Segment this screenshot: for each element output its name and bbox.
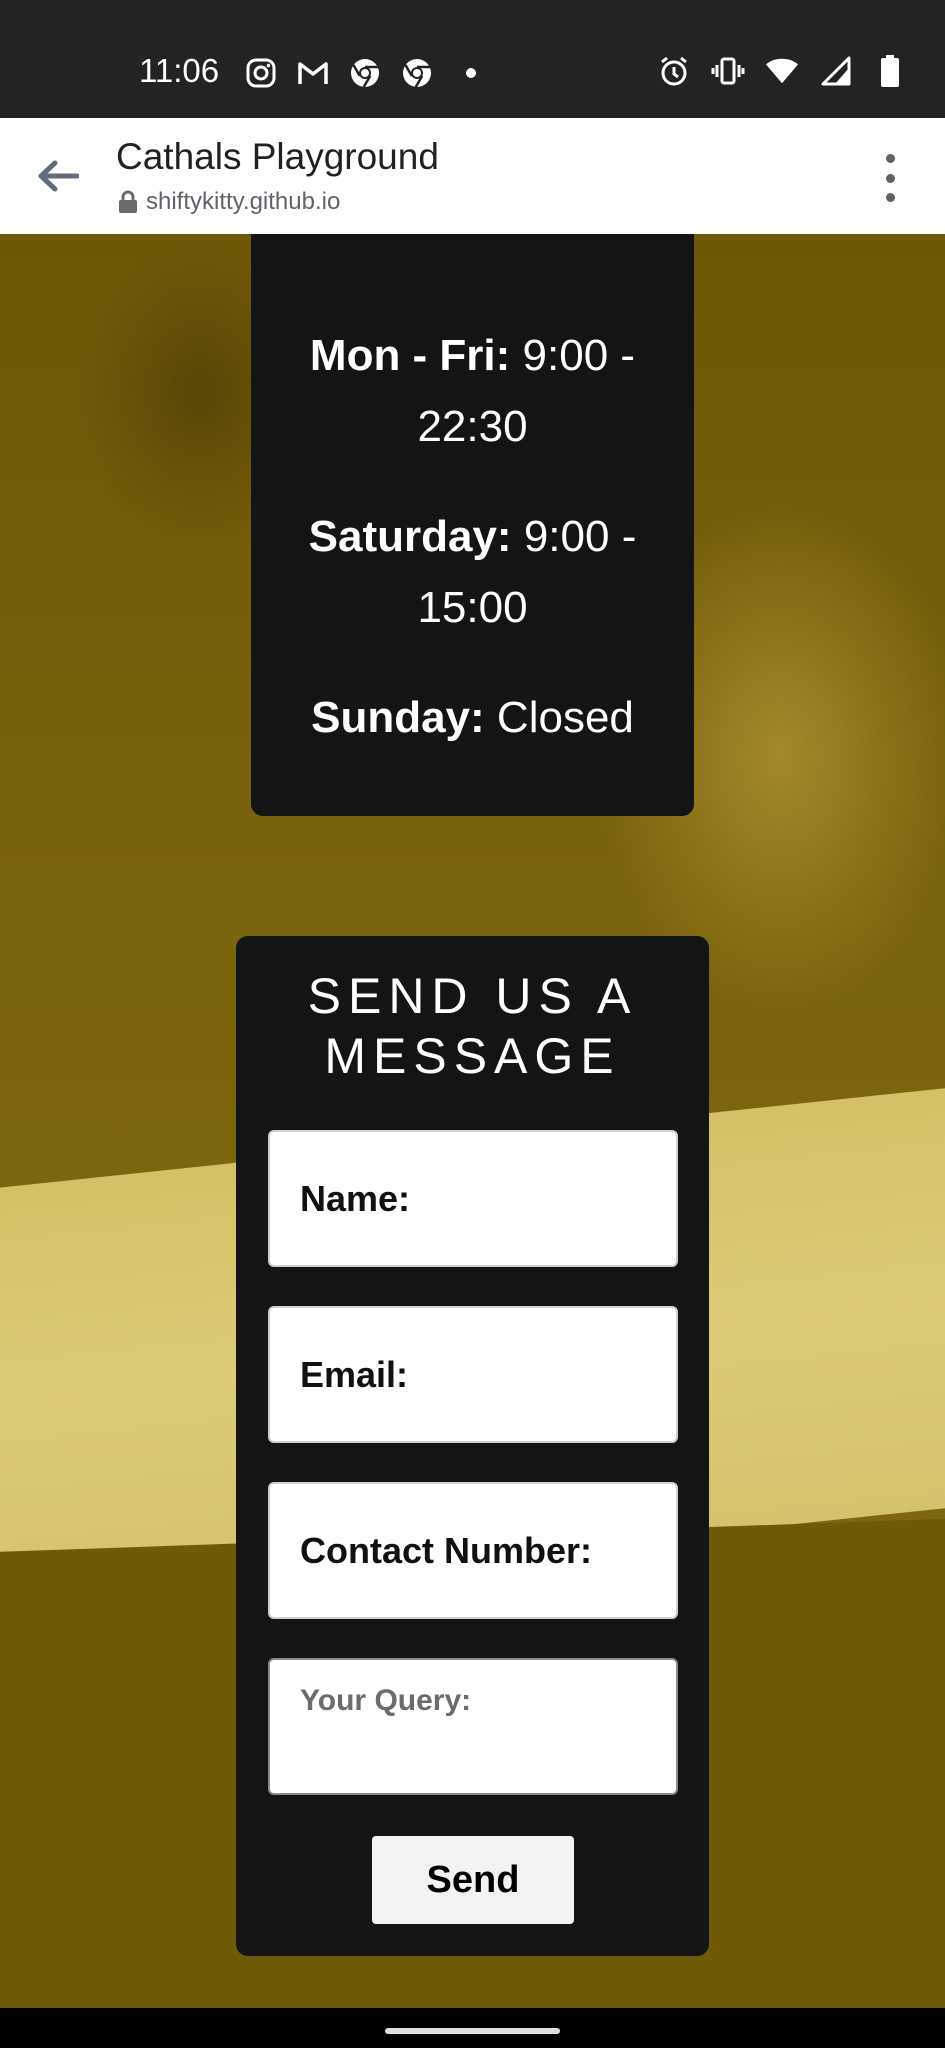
name-field[interactable]: Name: (268, 1130, 678, 1267)
form-title: SEND US A MESSAGE (236, 966, 709, 1086)
arrow-left-icon (38, 160, 79, 192)
email-field[interactable]: Email: (268, 1306, 678, 1443)
query-textarea[interactable]: Your Query: (268, 1658, 678, 1795)
menu-dot-icon (885, 173, 895, 183)
hours-saturday-line1: Saturday: 9:00 - (251, 501, 694, 572)
signal-icon (819, 54, 853, 88)
menu-dot-icon (885, 193, 895, 202)
saturday-open: 9:00 - (523, 512, 637, 561)
menu-dot-icon (885, 154, 895, 163)
more-notifications-dot-icon (466, 68, 476, 78)
notification-icons (244, 56, 476, 90)
weekday-open: 9:00 - (522, 331, 636, 380)
hours-sunday: Sunday: Closed (251, 682, 694, 753)
hours-weekday-line1: Mon - Fri: 9:00 - (251, 320, 694, 391)
contact-form-card: SEND US A MESSAGE Name: Email: Contact N… (236, 936, 709, 1956)
system-icons (657, 54, 907, 88)
chrome-icon (400, 56, 434, 90)
browser-toolbar: Cathals Playground shiftykitty.github.io (0, 118, 945, 235)
opening-hours-card: Mon - Fri: 9:00 - 22:30 Saturday: 9:00 -… (251, 234, 694, 816)
lock-icon (119, 190, 137, 213)
form-title-line1: SEND US A (307, 968, 638, 1024)
battery-icon (873, 54, 907, 88)
home-gesture-handle[interactable] (385, 2028, 560, 2034)
saturday-label: Saturday: (308, 512, 512, 561)
vibrate-icon (711, 54, 745, 88)
status-time: 11:06 (139, 52, 220, 89)
form-title-line2: MESSAGE (324, 1028, 621, 1084)
status-bar: 11:06 (0, 0, 945, 118)
chrome-icon (348, 56, 382, 90)
gmail-icon (296, 56, 330, 90)
url-text: shiftykitty.github.io (146, 188, 341, 215)
more-options-button[interactable] (875, 154, 905, 202)
navigation-bar (0, 2008, 945, 2048)
alarm-icon (657, 54, 691, 88)
wifi-icon (765, 54, 799, 88)
page-title: Cathals Playground (116, 136, 439, 177)
url-row: shiftykitty.github.io (118, 188, 340, 216)
contact-number-field[interactable]: Contact Number: (268, 1482, 678, 1619)
saturday-close: 15:00 (417, 583, 528, 632)
weekday-label: Mon - Fri: (309, 331, 511, 380)
back-button[interactable] (30, 148, 86, 204)
send-button[interactable]: Send (372, 1836, 574, 1924)
sunday-value: Closed (496, 693, 634, 742)
instagram-icon (244, 56, 278, 90)
weekday-close: 22:30 (417, 402, 528, 451)
sunday-label: Sunday: (311, 693, 485, 742)
